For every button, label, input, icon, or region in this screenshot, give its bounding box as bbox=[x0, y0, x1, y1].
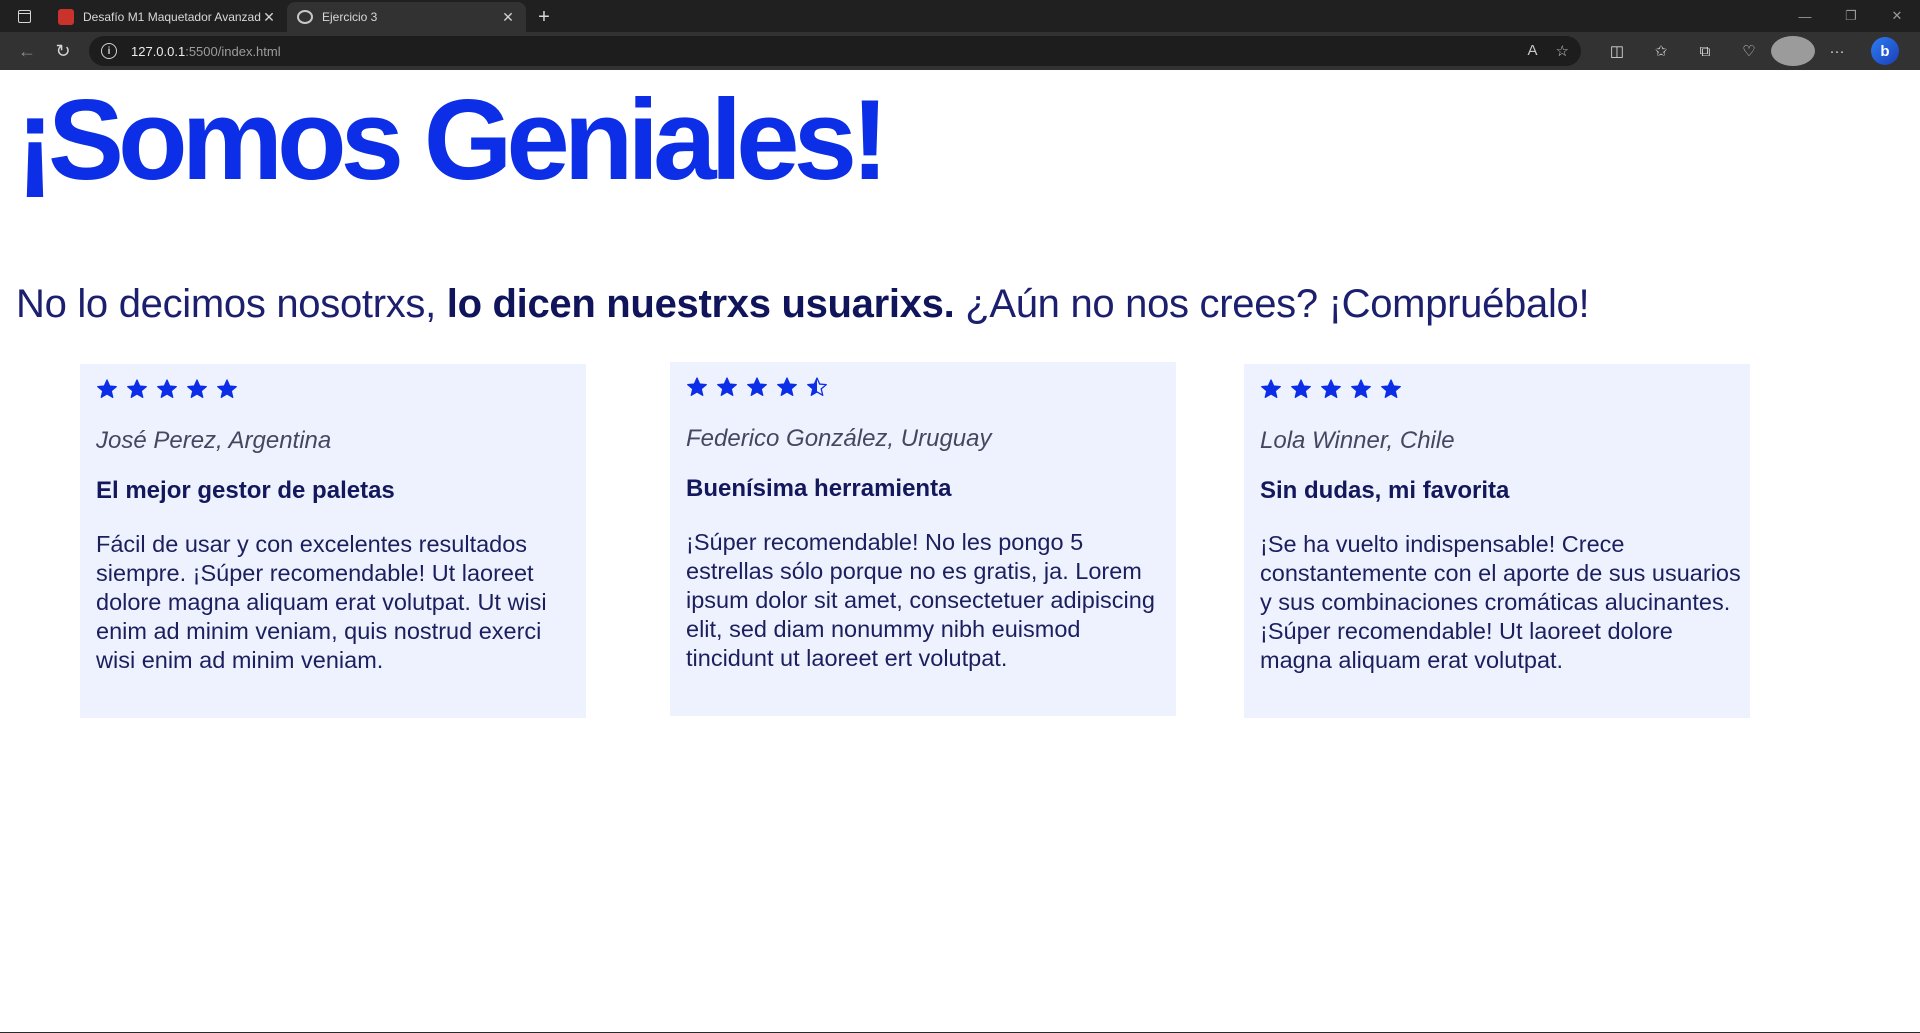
review-body: ¡Se ha vuelto indispensable! Crece const… bbox=[1260, 530, 1741, 673]
star-full-icon bbox=[746, 376, 768, 398]
review-card: Lola Winner, Chile Sin dudas, mi favorit… bbox=[1244, 364, 1750, 718]
tab-title: Ejercicio 3 bbox=[322, 10, 378, 24]
browser-tab-bar: Desafío M1 Maquetador Avanzado ✕ Ejercic… bbox=[0, 0, 1920, 32]
browser-toolbar: ◫ ✩ ⧉ ♡ ··· bbox=[1595, 36, 1859, 66]
intro-bold: lo dicen nuestrxs usuarixs. bbox=[446, 282, 955, 326]
star-full-icon bbox=[776, 376, 798, 398]
review-card: José Perez, Argentina El mejor gestor de… bbox=[80, 364, 586, 718]
broadcast-icon bbox=[297, 10, 313, 24]
review-card: Federico González, Uruguay Buenísima her… bbox=[670, 362, 1176, 716]
review-heading: Buenísima herramienta bbox=[686, 475, 952, 503]
star-full-icon bbox=[216, 378, 238, 400]
star-full-icon bbox=[1380, 378, 1402, 400]
url-host: 127.0.0.1 bbox=[131, 43, 186, 59]
review-author: José Perez, Argentina bbox=[96, 427, 332, 454]
back-icon[interactable]: ← bbox=[9, 36, 45, 66]
star-full-icon bbox=[126, 378, 148, 400]
star-rating bbox=[1260, 378, 1734, 400]
new-tab-button[interactable]: + bbox=[526, 2, 562, 32]
star-full-icon bbox=[96, 378, 118, 400]
tab-actions-icon bbox=[17, 9, 31, 23]
collections-icon[interactable]: ⧉ bbox=[1683, 36, 1727, 66]
favorite-star-icon[interactable]: ☆ bbox=[1556, 42, 1569, 60]
review-body: Fácil de usar y con excelentes resultado… bbox=[96, 530, 547, 673]
restore-icon[interactable]: ❐ bbox=[1828, 0, 1874, 32]
read-aloud-icon[interactable]: A bbox=[1528, 42, 1538, 60]
star-half-icon bbox=[806, 376, 828, 398]
tab-actions-button[interactable] bbox=[0, 0, 48, 32]
avatar bbox=[1771, 36, 1815, 66]
window-controls: — ❐ ✕ bbox=[1782, 0, 1920, 32]
star-rating bbox=[96, 378, 570, 400]
tab-ejercicio[interactable]: Ejercicio 3 ✕ bbox=[287, 2, 526, 32]
favorites-icon[interactable]: ✩ bbox=[1639, 36, 1683, 66]
star-rating bbox=[686, 376, 1160, 398]
page-title: ¡Somos Geniales! bbox=[16, 77, 889, 204]
star-full-icon bbox=[1350, 378, 1372, 400]
pdf-icon bbox=[58, 9, 74, 25]
intro-end: ¿Aún no nos crees? ¡Compruébalo! bbox=[954, 282, 1590, 326]
browser-address-bar: ← ↻ i 127.0.0.1:5500/index.html A ☆ ◫ ✩ … bbox=[0, 32, 1920, 70]
review-author: Federico González, Uruguay bbox=[686, 425, 992, 452]
profile-button[interactable] bbox=[1771, 36, 1815, 66]
star-full-icon bbox=[716, 376, 738, 398]
reload-icon[interactable]: ↻ bbox=[45, 36, 81, 66]
star-full-icon bbox=[1260, 378, 1282, 400]
split-screen-icon[interactable]: ◫ bbox=[1595, 36, 1639, 66]
site-info-icon[interactable]: i bbox=[101, 43, 117, 59]
close-tab-icon[interactable]: ✕ bbox=[261, 9, 277, 26]
review-body: ¡Súper recomendable! No les pongo 5 estr… bbox=[686, 528, 1155, 671]
minimize-icon[interactable]: — bbox=[1782, 0, 1828, 32]
star-full-icon bbox=[156, 378, 178, 400]
tab-pdf[interactable]: Desafío M1 Maquetador Avanzado ✕ bbox=[48, 2, 287, 32]
page-viewport: ¡Somos Geniales! No lo decimos nosotrxs,… bbox=[0, 70, 1920, 1033]
star-full-icon bbox=[1320, 378, 1342, 400]
browser-essentials-icon[interactable]: ♡ bbox=[1727, 36, 1771, 66]
star-full-icon bbox=[1290, 378, 1312, 400]
intro-text: No lo decimos nosotrxs, lo dicen nuestrx… bbox=[16, 282, 1590, 327]
review-author: Lola Winner, Chile bbox=[1260, 427, 1455, 454]
url-path: :5500/index.html bbox=[185, 43, 281, 59]
review-heading: El mejor gestor de paletas bbox=[96, 477, 395, 505]
close-tab-icon[interactable]: ✕ bbox=[500, 9, 516, 26]
intro-start: No lo decimos nosotrxs, bbox=[16, 282, 447, 326]
star-full-icon bbox=[186, 378, 208, 400]
url-field[interactable]: i 127.0.0.1:5500/index.html A ☆ bbox=[89, 36, 1581, 66]
star-full-icon bbox=[686, 376, 708, 398]
close-window-icon[interactable]: ✕ bbox=[1874, 0, 1920, 32]
copilot-icon[interactable]: b bbox=[1871, 37, 1899, 65]
review-heading: Sin dudas, mi favorita bbox=[1260, 477, 1510, 505]
tab-title: Desafío M1 Maquetador Avanzado bbox=[83, 10, 261, 24]
more-options-icon[interactable]: ··· bbox=[1815, 36, 1859, 66]
